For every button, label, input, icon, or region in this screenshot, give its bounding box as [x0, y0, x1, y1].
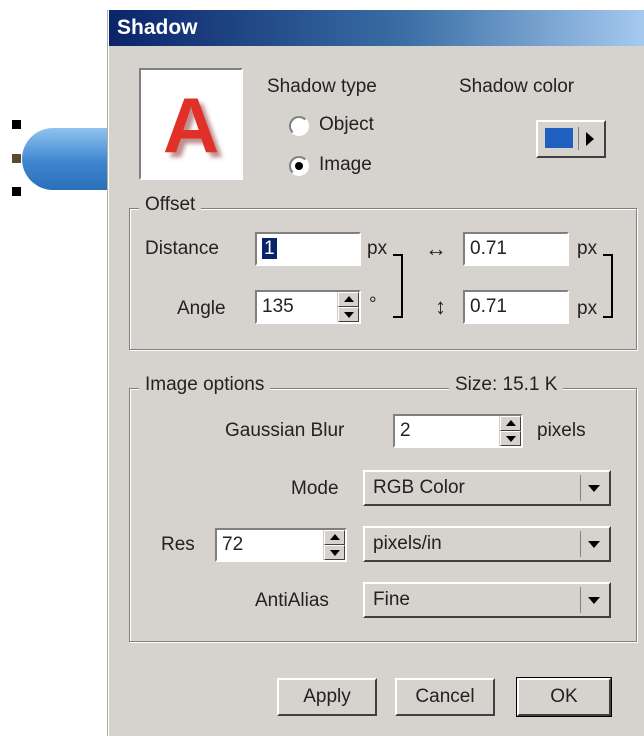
- chevron-down-icon[interactable]: [580, 475, 607, 501]
- cancel-button[interactable]: Cancel: [395, 678, 495, 716]
- angle-spinner[interactable]: [337, 292, 359, 322]
- shadow-preview: A: [139, 68, 243, 180]
- angle-unit: °: [369, 294, 377, 315]
- radio-object[interactable]: [289, 116, 309, 136]
- vertical-offset-input[interactable]: 0.71: [463, 290, 569, 324]
- shadow-dialog: Shadow A Shadow type Object Image Shadow…: [108, 10, 644, 736]
- antialias-label: AntiAlias: [255, 590, 329, 611]
- ok-button[interactable]: OK: [516, 677, 612, 717]
- antialias-select[interactable]: Fine: [363, 582, 611, 618]
- horizontal-offset-unit: px: [577, 238, 598, 259]
- spin-down-icon[interactable]: [338, 307, 359, 322]
- offset-group: [129, 208, 637, 350]
- mode-select[interactable]: RGB Color: [363, 470, 611, 506]
- spin-up-icon[interactable]: [338, 292, 359, 307]
- vertical-offset-unit: px: [577, 298, 598, 319]
- res-unit-value: pixels/in: [373, 533, 442, 554]
- distance-label: Distance: [145, 238, 219, 259]
- angle-label: Angle: [177, 298, 226, 319]
- link-bracket-right: [603, 254, 613, 318]
- shadow-color-label: Shadow color: [459, 76, 575, 97]
- spin-up-icon[interactable]: [500, 416, 521, 431]
- color-swatch: [545, 128, 573, 148]
- res-unit-select[interactable]: pixels/in: [363, 526, 611, 562]
- gaussian-blur-label: Gaussian Blur: [225, 420, 345, 441]
- arrow-right-icon: [586, 132, 594, 146]
- shadow-type-label: Shadow type: [267, 76, 377, 97]
- spin-up-icon[interactable]: [324, 530, 345, 545]
- selection-handle-middle[interactable]: [12, 154, 21, 163]
- apply-button[interactable]: Apply: [277, 678, 377, 716]
- mode-label: Mode: [291, 478, 339, 499]
- selection-handle-bottom[interactable]: [12, 187, 21, 196]
- image-options-label: Image options: [139, 374, 271, 396]
- res-label: Res: [161, 534, 195, 555]
- mode-select-value: RGB Color: [373, 477, 465, 498]
- link-bracket-left: [393, 254, 403, 318]
- chevron-down-icon[interactable]: [580, 587, 607, 613]
- gaussian-blur-spinner[interactable]: [499, 416, 521, 446]
- preview-letter: A: [162, 81, 220, 169]
- vertical-arrow-icon: ↕: [435, 294, 446, 319]
- horizontal-arrow-icon: ↔: [425, 236, 447, 261]
- distance-input[interactable]: 1: [255, 232, 361, 266]
- radio-object-label[interactable]: Object: [319, 114, 374, 136]
- selection-handle-top[interactable]: [12, 120, 21, 129]
- chevron-down-icon[interactable]: [580, 531, 607, 557]
- spin-down-icon[interactable]: [500, 431, 521, 446]
- dialog-title: Shadow: [109, 10, 644, 46]
- antialias-value: Fine: [373, 589, 410, 610]
- offset-group-label: Offset: [139, 194, 202, 216]
- shadow-color-button[interactable]: [536, 120, 606, 158]
- radio-image-label[interactable]: Image: [319, 154, 372, 176]
- image-size-label: Size: 15.1 K: [449, 374, 564, 396]
- horizontal-offset-input[interactable]: 0.71: [463, 232, 569, 266]
- gaussian-blur-unit: pixels: [537, 420, 586, 441]
- radio-image[interactable]: [289, 156, 309, 176]
- spin-down-icon[interactable]: [324, 545, 345, 560]
- res-spinner[interactable]: [323, 530, 345, 560]
- distance-unit: px: [367, 238, 388, 259]
